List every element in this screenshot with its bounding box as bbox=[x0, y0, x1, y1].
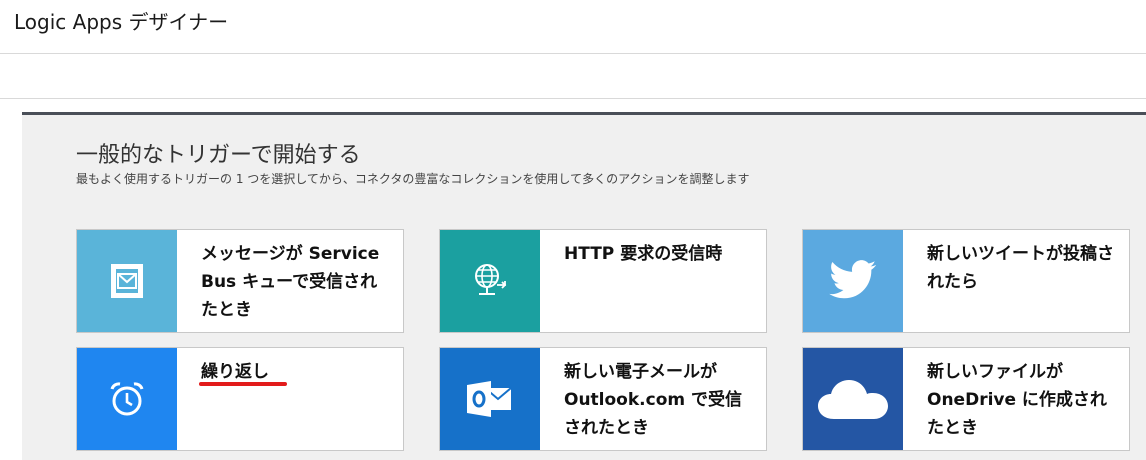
card-icon-tile bbox=[803, 230, 903, 332]
trigger-card-onedrive[interactable]: 新しいファイルが OneDrive に作成されたとき bbox=[802, 347, 1130, 451]
outlook-icon bbox=[467, 381, 512, 417]
onedrive-cloud-icon bbox=[818, 380, 888, 419]
card-label: 新しいツイートが投稿されたら bbox=[927, 244, 1114, 292]
trigger-gallery-panel: 一般的なトリガーで開始する 最もよく使用するトリガーの 1 つを選択してから、コ… bbox=[22, 112, 1146, 460]
gallery-subheading: 最もよく使用するトリガーの 1 つを選択してから、コネクタの豊富なコレクションを… bbox=[76, 172, 750, 186]
title-bar: Logic Apps デザイナー bbox=[0, 0, 1146, 54]
app-title: Logic Apps デザイナー bbox=[14, 10, 229, 34]
card-label: 新しいファイルが OneDrive に作成されたとき bbox=[927, 362, 1107, 438]
annotation-underline bbox=[199, 382, 287, 386]
twitter-bird-icon bbox=[829, 260, 877, 299]
card-icon-tile bbox=[77, 230, 177, 332]
toolbar bbox=[0, 54, 1146, 99]
trigger-card-recurrence[interactable]: 繰り返し bbox=[76, 347, 404, 451]
card-label: メッセージが Service Bus キューで受信されたとき bbox=[201, 244, 380, 320]
trigger-card-outlook[interactable]: 新しい電子メールが Outlook.com で受信されたとき bbox=[439, 347, 767, 451]
trigger-card-twitter[interactable]: 新しいツイートが投稿されたら bbox=[802, 229, 1130, 333]
trigger-card-service-bus[interactable]: メッセージが Service Bus キューで受信されたとき bbox=[76, 229, 404, 333]
trigger-card-http-request[interactable]: HTTP 要求の受信時 bbox=[439, 229, 767, 333]
card-icon-tile bbox=[77, 348, 177, 450]
card-label: 新しい電子メールが Outlook.com で受信されたとき bbox=[564, 362, 743, 438]
card-label: HTTP 要求の受信時 bbox=[564, 244, 723, 264]
designer-canvas: 一般的なトリガーで開始する 最もよく使用するトリガーの 1 つを選択してから、コ… bbox=[0, 100, 1146, 460]
envelope-queue-icon bbox=[111, 264, 143, 298]
card-icon-tile bbox=[440, 348, 540, 450]
globe-request-icon bbox=[475, 264, 507, 295]
card-icon-tile bbox=[440, 230, 540, 332]
card-icon-tile bbox=[803, 348, 903, 450]
gallery-heading: 一般的なトリガーで開始する bbox=[76, 143, 361, 168]
alarm-clock-icon bbox=[110, 382, 144, 416]
